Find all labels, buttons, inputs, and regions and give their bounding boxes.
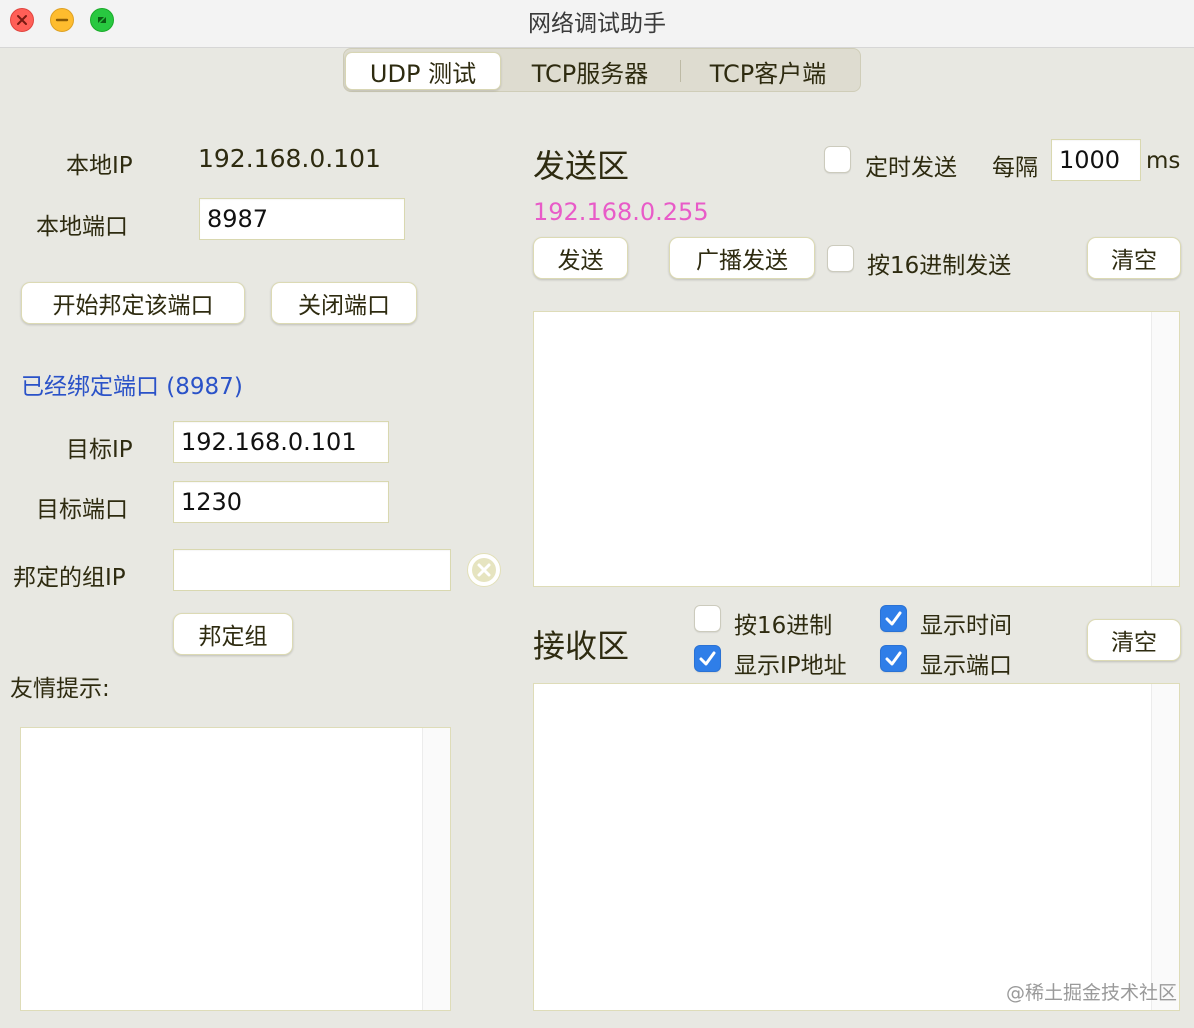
group-ip-input[interactable] xyxy=(173,549,451,591)
show-port-label: 显示端口 xyxy=(920,653,1012,679)
watermark-text: @稀土掘金技术社区 xyxy=(1006,982,1178,1004)
timer-send-label: 定时发送 xyxy=(865,155,957,181)
show-ip-label: 显示IP地址 xyxy=(734,653,847,679)
local-ip-value: 192.168.0.101 xyxy=(198,144,381,173)
hex-send-label: 按16进制发送 xyxy=(867,253,1012,279)
receive-textarea[interactable] xyxy=(533,683,1180,1011)
broadcast-send-button[interactable]: 广播发送 xyxy=(669,237,815,279)
bind-group-button[interactable]: 邦定组 xyxy=(173,613,293,655)
hex-send-checkbox[interactable] xyxy=(827,245,854,272)
receive-area-heading: 接收区 xyxy=(533,627,630,665)
interval-unit: ms xyxy=(1146,148,1181,174)
local-port-input[interactable]: 8987 xyxy=(199,198,405,240)
clear-input-button[interactable] xyxy=(467,553,501,587)
local-port-label: 本地端口 xyxy=(36,214,128,240)
tab-tcp-server[interactable]: TCP服务器 xyxy=(510,52,670,90)
checkmark-icon xyxy=(885,651,902,666)
send-button[interactable]: 发送 xyxy=(533,237,628,279)
close-port-button[interactable]: 关闭端口 xyxy=(271,282,417,324)
clear-circle-icon xyxy=(472,558,496,582)
bound-status-text: 已经绑定端口 (8987) xyxy=(21,374,243,400)
local-ip-label: 本地IP xyxy=(66,153,133,179)
checkmark-icon xyxy=(885,611,902,626)
target-ip-label: 目标IP xyxy=(66,437,133,463)
target-ip-input[interactable]: 192.168.0.101 xyxy=(173,421,389,463)
interval-input[interactable]: 1000 xyxy=(1051,139,1141,181)
tab-udp-test[interactable]: UDP 测试 xyxy=(345,52,501,90)
group-ip-label: 邦定的组IP xyxy=(13,565,126,591)
broadcast-address: 192.168.0.255 xyxy=(533,198,709,226)
tab-tcp-client[interactable]: TCP客户端 xyxy=(688,52,848,90)
show-time-label: 显示时间 xyxy=(920,613,1012,639)
title-bar: 网络调试助手 xyxy=(0,0,1194,48)
receive-scrollbar[interactable] xyxy=(1151,684,1179,1010)
hex-receive-label: 按16进制 xyxy=(734,613,833,639)
show-port-checkbox[interactable] xyxy=(880,645,907,672)
window-title: 网络调试助手 xyxy=(528,11,666,37)
timer-send-checkbox[interactable] xyxy=(824,146,851,173)
interval-label: 每隔 xyxy=(992,155,1038,181)
show-ip-checkbox[interactable] xyxy=(694,645,721,672)
tip-label: 友情提示: xyxy=(10,676,110,702)
tab-bar: UDP 测试 TCP服务器 TCP客户端 xyxy=(343,48,861,92)
checkmark-icon xyxy=(699,651,716,666)
send-area-heading: 发送区 xyxy=(533,147,630,185)
send-clear-button[interactable]: 清空 xyxy=(1087,237,1181,279)
show-time-checkbox[interactable] xyxy=(880,605,907,632)
hex-receive-checkbox[interactable] xyxy=(694,605,721,632)
send-scrollbar[interactable] xyxy=(1151,312,1179,586)
tab-separator xyxy=(680,60,681,82)
tip-textarea[interactable] xyxy=(20,727,451,1011)
target-port-label: 目标端口 xyxy=(36,497,128,523)
bind-port-button[interactable]: 开始邦定该端口 xyxy=(21,282,245,324)
tip-scrollbar[interactable] xyxy=(422,728,450,1010)
receive-clear-button[interactable]: 清空 xyxy=(1087,619,1181,661)
target-port-input[interactable]: 1230 xyxy=(173,481,389,523)
send-textarea[interactable] xyxy=(533,311,1180,587)
